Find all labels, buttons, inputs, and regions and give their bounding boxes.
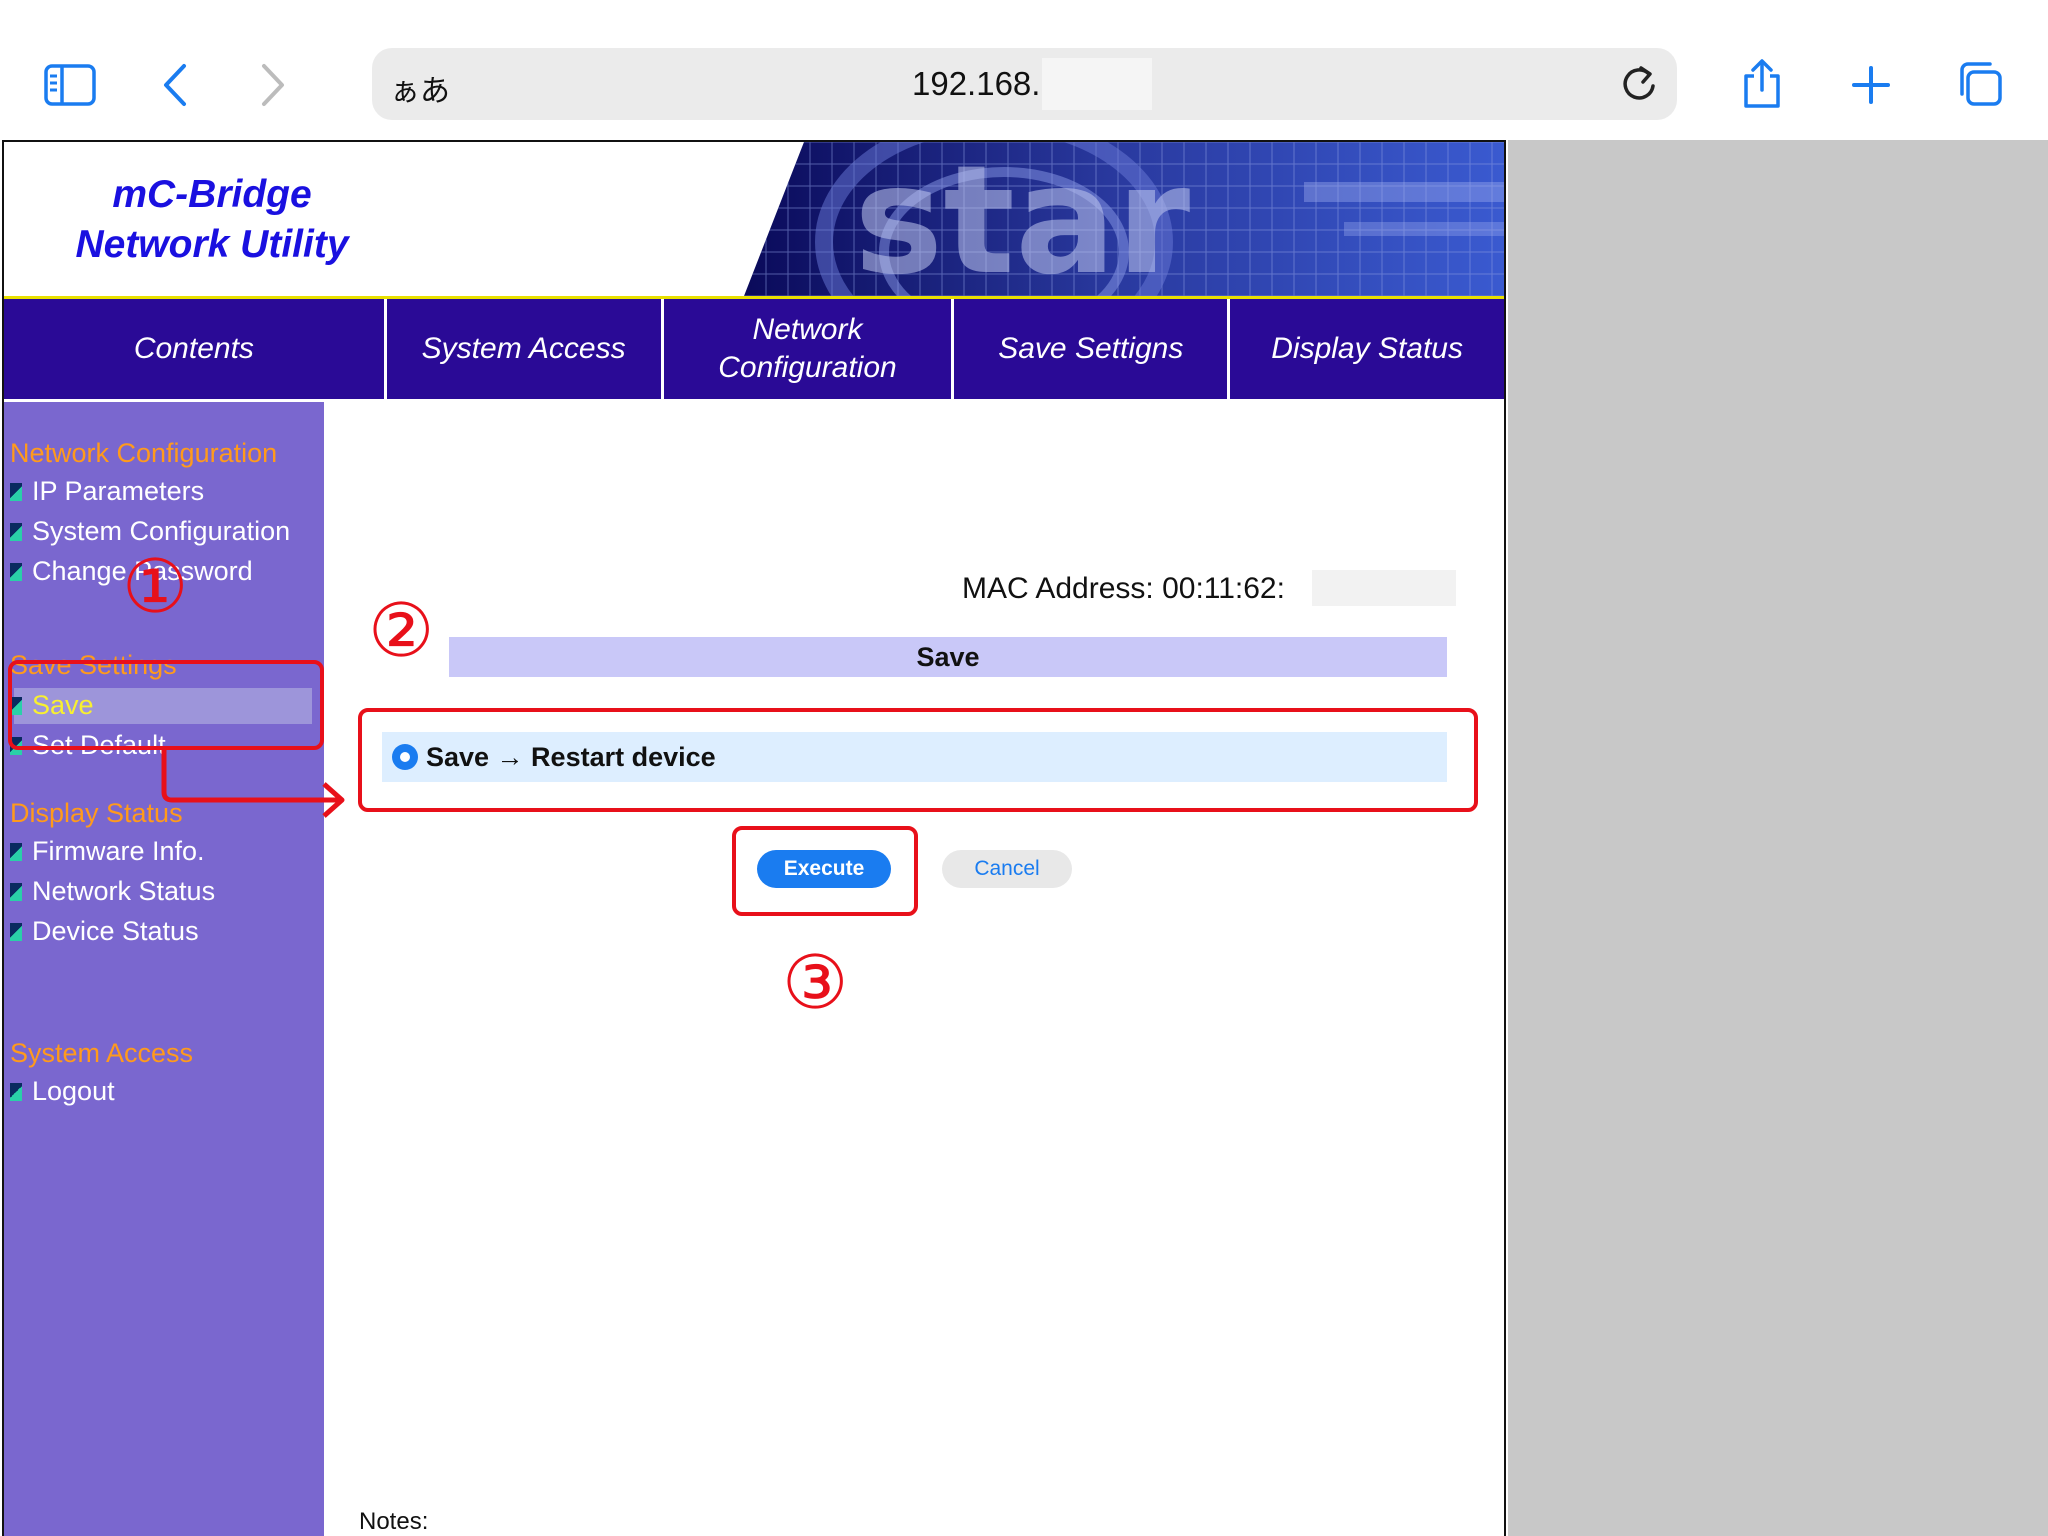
logo-line2: Network Utility: [75, 223, 349, 266]
browser-toolbar: ぁあ 192.168.: [0, 0, 2048, 140]
tab-system-access[interactable]: System Access: [386, 299, 661, 399]
sidebar-section-network-configuration: Network Configuration: [10, 438, 278, 468]
annotation-box-execute: [732, 826, 918, 916]
sidebar-item-firmware-info[interactable]: Firmware Info.: [10, 836, 205, 867]
annotation-box-option: [358, 708, 1478, 812]
annotation-arrow-icon: [161, 748, 345, 818]
sidebar-item-label: System Configuration: [32, 516, 291, 546]
bullet-icon: [10, 842, 22, 861]
url-text: 192.168.: [912, 65, 1041, 102]
reload-icon[interactable]: [1619, 62, 1659, 109]
tab-contents[interactable]: Contents: [4, 299, 384, 399]
sidebar-item-label: Network Status: [32, 876, 216, 906]
bullet-icon: [10, 922, 22, 941]
mac-address-redaction: [1312, 570, 1456, 606]
tab-save-settings[interactable]: Save Settigns: [954, 299, 1228, 399]
annotation-number-3: ③: [782, 940, 849, 1026]
sidebar-item-ip-parameters[interactable]: IP Parameters: [10, 476, 204, 507]
reader-options-button[interactable]: ぁあ: [390, 66, 450, 110]
bullet-icon: [10, 562, 22, 581]
tabs-overview-icon[interactable]: [1956, 60, 2004, 113]
sidebar-item-label: Logout: [32, 1076, 115, 1106]
web-page: mC-Bridge Network Utility star Contents …: [2, 140, 1506, 1536]
bullet-icon: [10, 1082, 22, 1101]
svg-text:star: star: [854, 142, 1190, 296]
header-banner-image: star: [744, 142, 1504, 296]
sidebar-item-label: Firmware Info.: [32, 836, 205, 866]
empty-viewport-area: [1508, 140, 2048, 1536]
bullet-icon: [10, 882, 22, 901]
sidebar-item-logout[interactable]: Logout: [10, 1076, 115, 1107]
sidebar-item-network-status[interactable]: Network Status: [10, 876, 215, 907]
annotation-number-1: ①: [122, 544, 189, 630]
tab-network-configuration[interactable]: Network Configuration: [663, 299, 952, 399]
annotation-box-save-menu: [8, 660, 324, 750]
cancel-button[interactable]: Cancel: [942, 850, 1072, 888]
url-redaction: [1042, 58, 1152, 110]
notes-label: Notes:: [359, 1508, 429, 1535]
tab-display-status[interactable]: Display Status: [1230, 299, 1504, 399]
top-navigation: Contents System Access Network Configura…: [4, 299, 1504, 399]
sidebar-toggle-icon[interactable]: [44, 64, 96, 111]
bullet-icon: [10, 482, 22, 501]
back-icon[interactable]: [160, 62, 190, 113]
forward-icon[interactable]: [258, 62, 288, 113]
sidebar-item-system-configuration[interactable]: System Configuration: [10, 516, 290, 547]
sidebar-section-system-access: System Access: [10, 1038, 194, 1068]
address-bar[interactable]: ぁあ 192.168.: [372, 48, 1677, 120]
share-icon[interactable]: [1740, 58, 1784, 115]
annotation-number-2: ②: [368, 588, 435, 674]
sidebar-item-label: IP Parameters: [32, 476, 205, 506]
logo: mC-Bridge Network Utility: [52, 170, 372, 270]
logo-line1: mC-Bridge: [112, 173, 312, 216]
sidebar-item-label: Device Status: [32, 916, 199, 946]
save-section-header: Save: [449, 637, 1447, 677]
new-tab-icon[interactable]: [1850, 64, 1892, 111]
bullet-icon: [10, 522, 22, 541]
page-header: mC-Bridge Network Utility star: [4, 142, 1504, 299]
mac-address-label: MAC Address: 00:11:62:: [962, 572, 1285, 605]
sidebar-item-device-status[interactable]: Device Status: [10, 916, 199, 947]
